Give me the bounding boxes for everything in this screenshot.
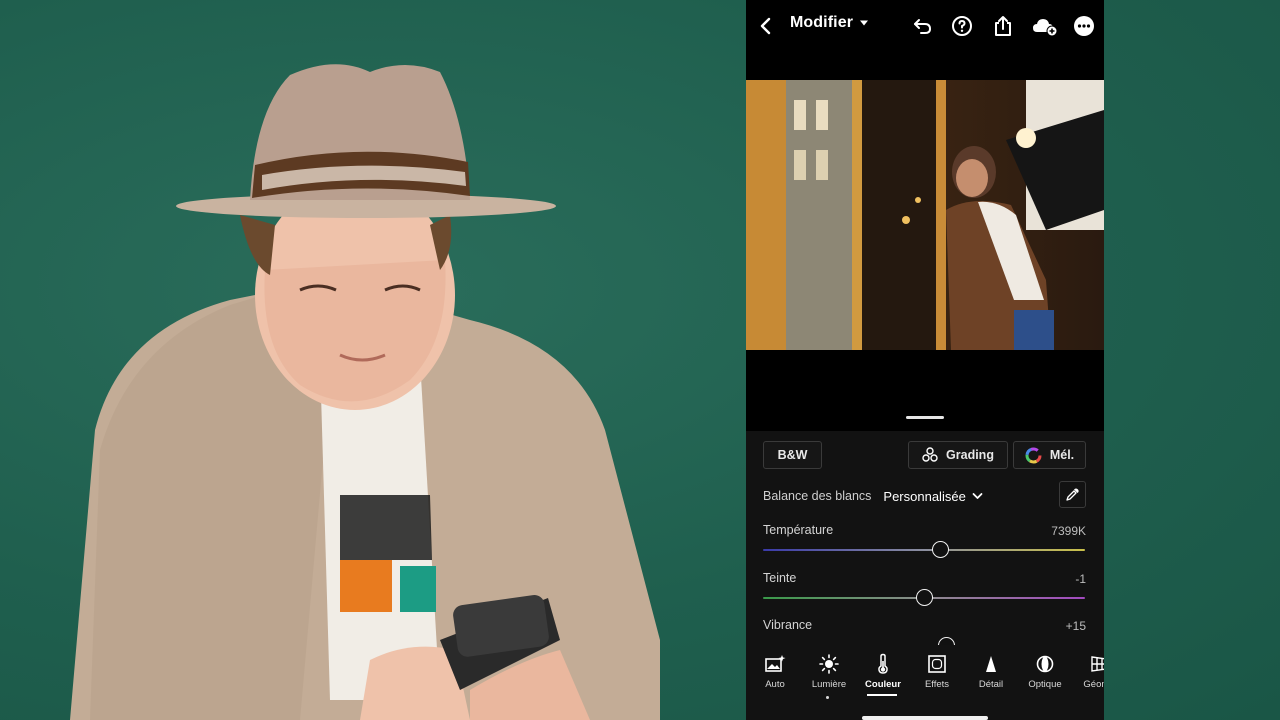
sun-icon [819, 654, 839, 674]
share-icon[interactable] [991, 14, 1015, 38]
auto-photo-icon [765, 655, 786, 672]
thermometer-icon [878, 653, 888, 674]
color-mix-button[interactable]: Mél. [1013, 441, 1086, 469]
caret-down-icon [860, 20, 869, 26]
white-balance-dropdown[interactable]: Personnalisée [883, 488, 983, 504]
back-chevron-icon[interactable] [758, 14, 774, 38]
phone-screen: Modifier B&W Grading Mél. Balance des bl… [746, 0, 1104, 720]
tool-auto[interactable]: Auto [748, 645, 802, 707]
top-bar: Modifier [746, 0, 1104, 52]
tint-slider-thumb[interactable] [915, 589, 933, 606]
color-adjustments-panel: B&W Grading Mél. Balance des blancs Pers… [746, 431, 1104, 654]
temperature-slider-track[interactable] [763, 549, 1085, 551]
tool-color[interactable]: Couleur [856, 645, 910, 707]
vibrance-label: Vibrance [763, 618, 813, 632]
lens-icon [1036, 655, 1054, 673]
color-wheel-icon [1025, 447, 1042, 463]
eyedropper-button[interactable] [1059, 481, 1086, 508]
person-with-phone-illustration [70, 64, 660, 720]
tool-detail[interactable]: Détail [964, 645, 1018, 707]
tool-optics[interactable]: Optique [1018, 645, 1072, 707]
home-indicator [862, 716, 988, 720]
temperature-label: Température [763, 523, 834, 537]
tool-effects[interactable]: Effets [910, 645, 964, 707]
temperature-slider-thumb[interactable] [931, 541, 949, 558]
chevron-down-icon [972, 493, 983, 499]
edit-tools-toolbar: Auto Lumière Couleur Effets Détail Optiq… [746, 645, 1104, 720]
tint-label: Teinte [763, 571, 797, 585]
white-balance-label: Balance des blancs [763, 489, 872, 503]
bw-label: B&W [777, 448, 808, 462]
eyedropper-icon [1066, 488, 1079, 501]
tint-value: -1 [1075, 572, 1086, 586]
mix-label: Mél. [1049, 448, 1075, 462]
panel-drag-handle[interactable] [906, 416, 944, 419]
white-balance-row: Balance des blancs Personnalisée [763, 481, 1086, 509]
active-tool-underline [867, 694, 897, 696]
grading-circles-icon [922, 447, 938, 462]
temperature-value: 7399K [1051, 524, 1086, 538]
cloud-sync-icon[interactable] [1031, 14, 1059, 38]
white-balance-value: Personnalisée [883, 488, 966, 504]
tool-geometry[interactable]: Géome [1072, 645, 1104, 707]
light-edited-indicator [826, 696, 829, 699]
grid-perspective-icon [1091, 656, 1104, 672]
color-grading-button[interactable]: Grading [908, 441, 1008, 469]
tool-light[interactable]: Lumière [802, 645, 856, 707]
help-icon[interactable] [950, 14, 974, 38]
vignette-icon [928, 655, 946, 673]
more-options-icon[interactable] [1072, 14, 1096, 38]
vibrance-value: +15 [1065, 619, 1086, 633]
photo-preview[interactable] [746, 80, 1104, 350]
grading-label: Grading [946, 448, 994, 462]
undo-icon[interactable] [910, 14, 934, 38]
triangle-icon [986, 656, 996, 672]
page-title: Modifier [790, 14, 854, 31]
bw-toggle-button[interactable]: B&W [763, 441, 822, 469]
edit-mode-dropdown[interactable]: Modifier [790, 14, 869, 32]
